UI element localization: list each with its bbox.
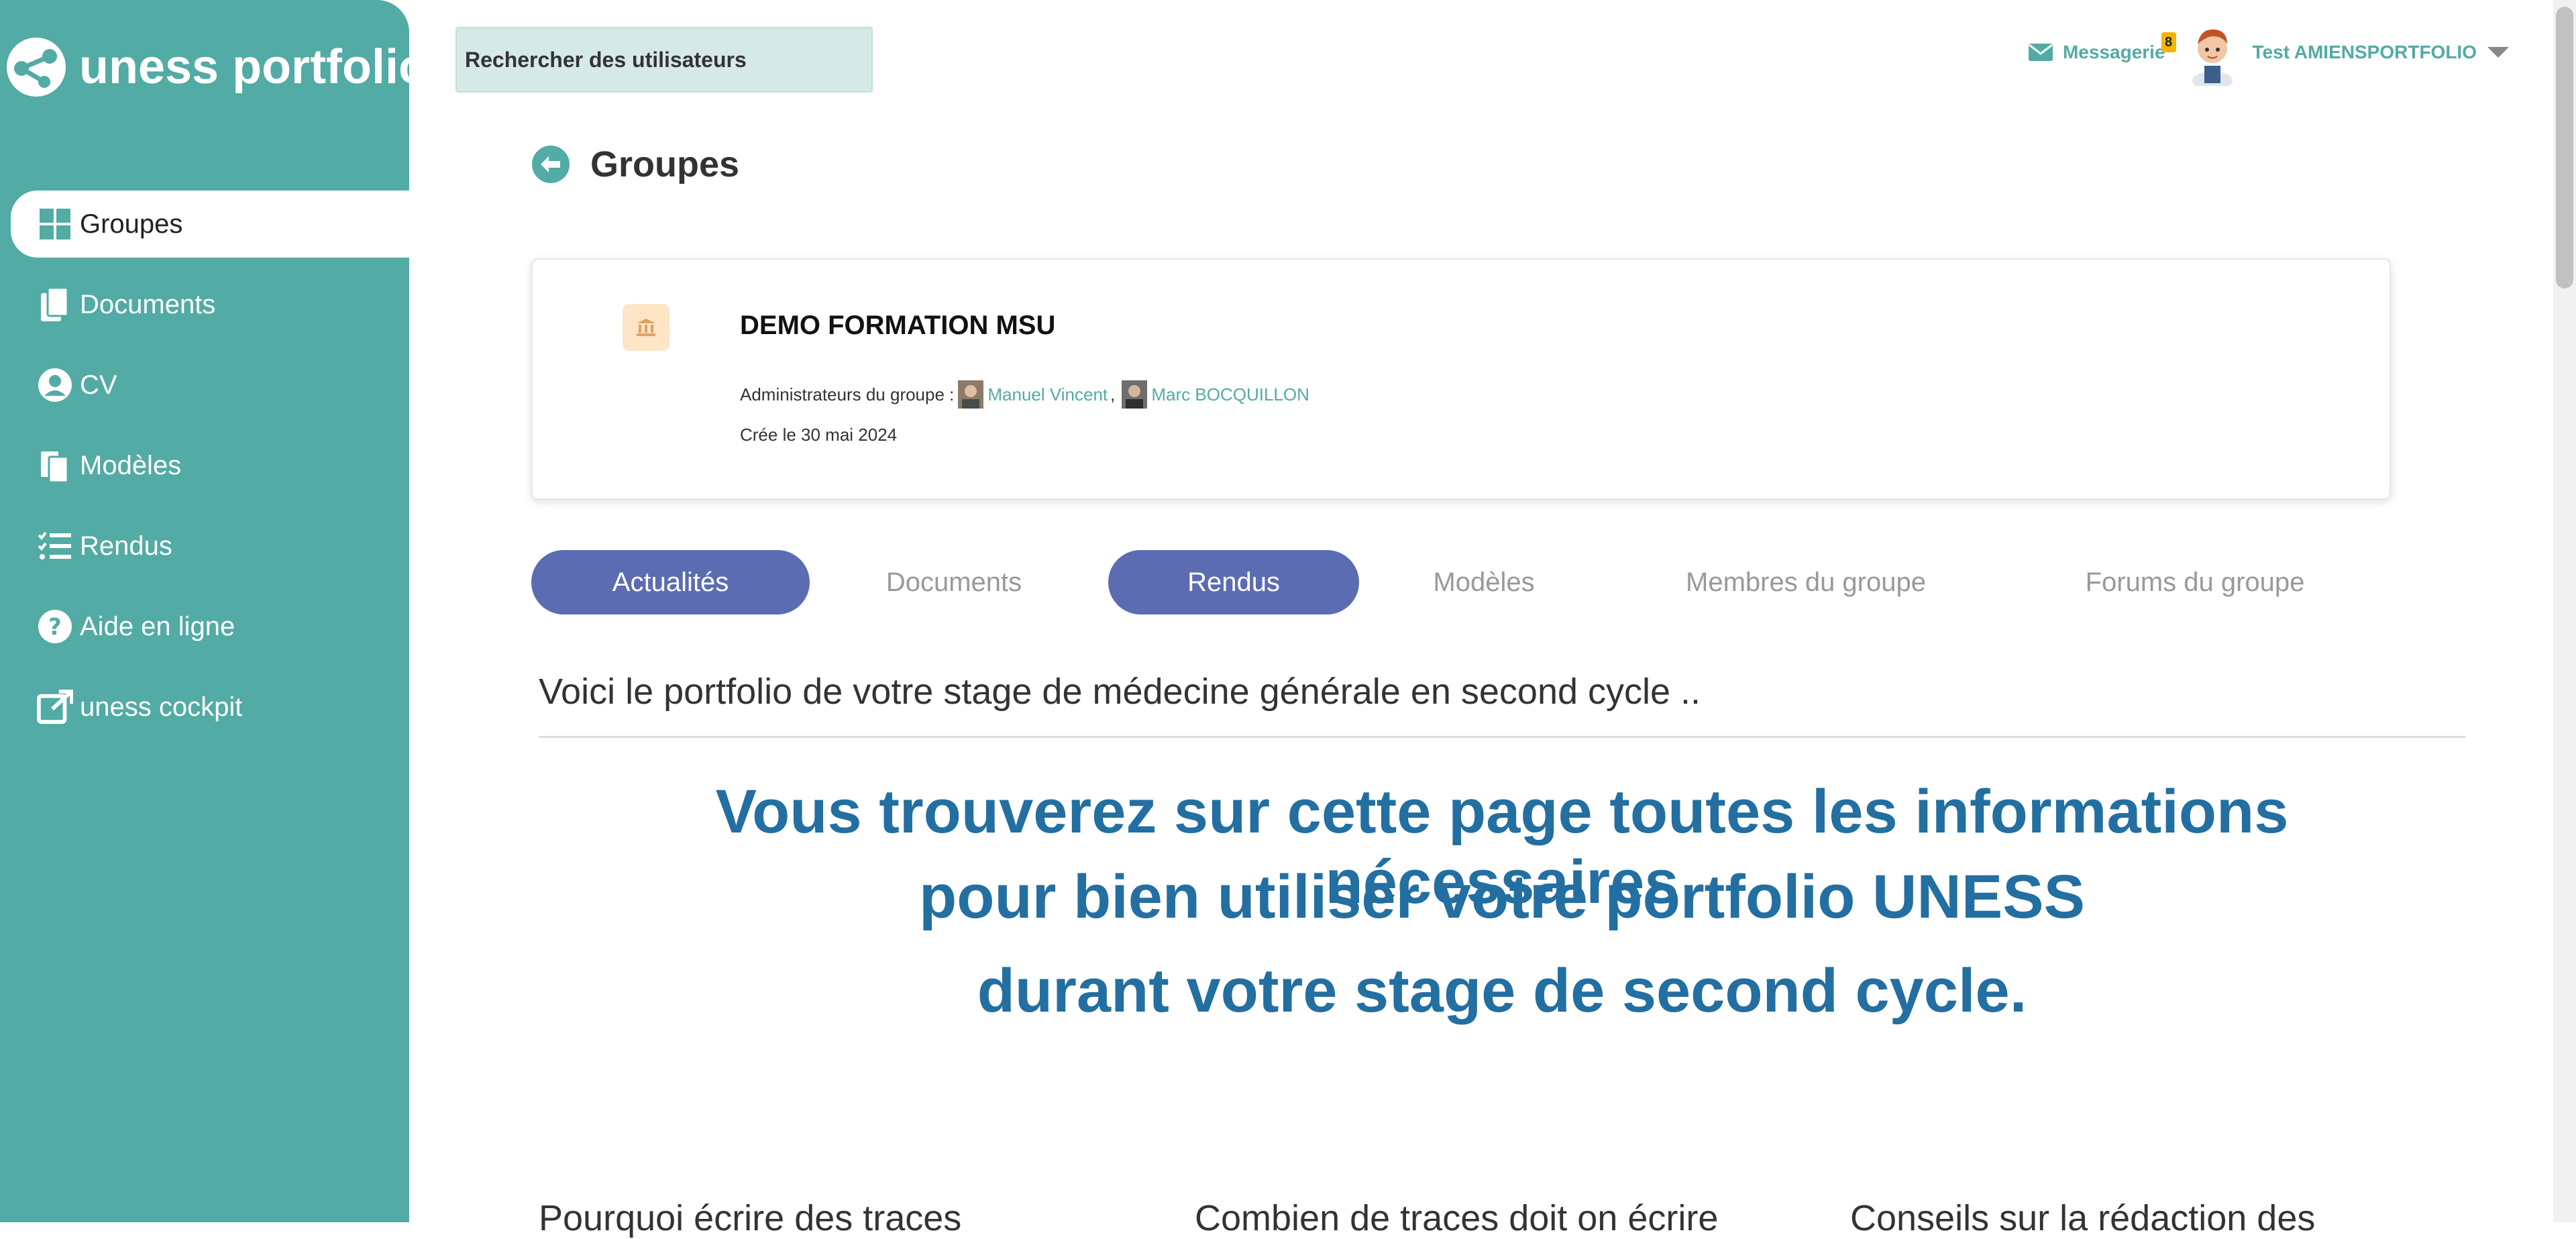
sidebar-item-modeles[interactable]: Modèles <box>0 432 409 499</box>
column-heading-pourquoi: Pourquoi écrire des traces <box>539 1198 962 1238</box>
scrollbar-thumb[interactable] <box>2556 7 2573 288</box>
tab-rendus[interactable]: Rendus <box>1108 550 1359 614</box>
sidebar-item-cockpit[interactable]: uness cockpit <box>0 674 409 741</box>
group-created-date: Crée le 30 mai 2024 <box>740 425 898 445</box>
sidebar-item-label: Rendus <box>80 531 172 561</box>
sidebar-item-label: CV <box>80 370 117 400</box>
messages-count-badge: 8 <box>2161 32 2176 52</box>
tab-modeles[interactable]: Modèles <box>1417 550 1551 614</box>
sidebar-item-rendus[interactable]: Rendus <box>0 513 409 580</box>
sidebar-item-label: Aide en ligne <box>80 611 235 641</box>
group-admins: Administrateurs du groupe : Manuel Vince… <box>740 380 1309 409</box>
svg-text:?: ? <box>48 614 62 641</box>
sidebar-nav: Groupes Documents CV Modèles Rendus ? Ai… <box>0 191 409 754</box>
user-toolbar: Messagerie 8 Test AMIENSPORTFOLIO <box>2028 19 2509 86</box>
sidebar: uness portfolio Groupes Documents CV Mod… <box>0 0 428 1222</box>
sidebar-item-documents[interactable]: Documents <box>0 271 409 338</box>
admins-label: Administrateurs du groupe : <box>740 384 955 405</box>
templates-icon <box>37 447 73 484</box>
brand-name: uness portfolio <box>79 40 428 94</box>
group-card: DEMO FORMATION MSU Administrateurs du gr… <box>531 258 2391 500</box>
sidebar-item-label: uness cockpit <box>80 692 243 722</box>
tab-documents[interactable]: Documents <box>870 550 1038 614</box>
headline-line-2: pour bien utiliser votre portfolio UNESS <box>919 863 2085 931</box>
documents-icon <box>37 286 73 323</box>
page-header: Groupes <box>531 144 739 185</box>
sidebar-item-label: Groupes <box>80 209 183 239</box>
user-name[interactable]: Test AMIENSPORTFOLIO <box>2253 42 2477 63</box>
admin-avatar <box>1122 380 1148 409</box>
page-title: Groupes <box>590 144 740 184</box>
messagerie-label: Messagerie <box>2062 42 2165 62</box>
group-tabs: Actualités Documents Rendus Modèles Memb… <box>531 550 2391 614</box>
sidebar-item-cv[interactable]: CV <box>0 352 409 419</box>
sidebar-item-groupes[interactable]: Groupes <box>11 191 409 258</box>
back-arrow-icon[interactable] <box>531 145 570 184</box>
tab-membres[interactable]: Membres du groupe <box>1672 550 1940 614</box>
column-heading-combien: Combien de traces doit on écrire <box>1195 1198 1719 1238</box>
brand[interactable]: uness portfolio <box>5 35 428 99</box>
grid-icon <box>37 206 73 242</box>
headline-line-3: durant votre stage de second cycle. <box>977 957 2027 1025</box>
institution-icon <box>623 304 669 351</box>
sidebar-item-label: Documents <box>80 289 216 319</box>
tab-actualites[interactable]: Actualités <box>531 550 810 614</box>
admin-avatar <box>958 380 984 409</box>
admins-separator: , <box>1110 384 1116 405</box>
question-icon: ? <box>37 608 73 645</box>
messagerie-link[interactable]: Messagerie 8 <box>2028 32 2176 63</box>
scrollbar[interactable] <box>2553 0 2576 1222</box>
tab-forums[interactable]: Forums du groupe <box>2061 550 2329 614</box>
user-circle-icon <box>37 367 73 403</box>
divider <box>539 736 2465 738</box>
chevron-down-icon[interactable] <box>2487 47 2509 58</box>
admin-link[interactable]: Marc BOCQUILLON <box>1151 384 1309 405</box>
sidebar-item-aide[interactable]: ? Aide en ligne <box>0 593 409 660</box>
search-users-input[interactable]: Rechercher des utilisateurs <box>455 27 873 93</box>
sidebar-item-label: Modèles <box>80 450 182 480</box>
column-heading-conseils: Conseils sur la rédaction des <box>1850 1198 2316 1238</box>
uness-logo-icon <box>7 38 66 97</box>
envelope-icon <box>2028 44 2053 61</box>
checklist-icon <box>37 528 73 564</box>
external-link-icon <box>37 689 73 725</box>
user-avatar[interactable] <box>2186 19 2239 86</box>
admin-link[interactable]: Manuel Vincent <box>987 384 1108 405</box>
group-name: DEMO FORMATION MSU <box>740 311 1056 340</box>
intro-text: Voici le portfolio de votre stage de méd… <box>539 671 1701 712</box>
